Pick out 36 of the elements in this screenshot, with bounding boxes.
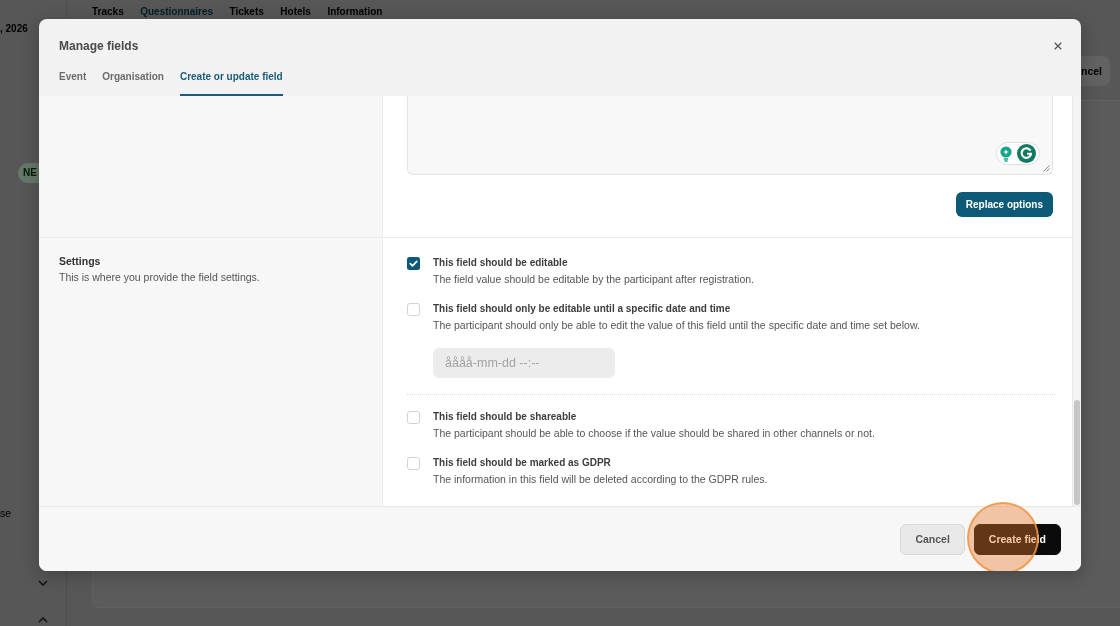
status-badge: NE (18, 163, 39, 183)
checkbox[interactable] (407, 303, 420, 316)
scrollbar[interactable] (1072, 96, 1081, 506)
section-description: This is where you provide the field settings. (59, 270, 261, 284)
option-description: The field value should be editable by the participant after registration. (433, 272, 755, 286)
option-label: This field should only be editable until a specific date and time (433, 302, 731, 316)
cancel-button[interactable]: Cancel (900, 523, 965, 555)
tab[interactable]: Organisation (102, 54, 164, 96)
nav-tab[interactable]: Information (327, 5, 383, 22)
chevron-up-icon[interactable] (38, 617, 48, 623)
scrollbar-thumb[interactable] (1074, 400, 1080, 505)
header-button[interactable]: ncel (1081, 56, 1110, 86)
checkbox[interactable] (407, 411, 420, 424)
tab[interactable]: Event (59, 54, 87, 96)
section-title: Settings (59, 254, 102, 268)
replace-options-button[interactable]: Replace options (955, 192, 1053, 217)
nav-tab[interactable]: Hotels (280, 5, 311, 22)
chevron-down-icon[interactable] (38, 580, 48, 586)
option-description: The participant should only be able to edit the value of this field until the specific date and time set below. (433, 318, 920, 332)
checkbox[interactable] (407, 457, 420, 470)
option-label: This field should be marked as GDPR (433, 456, 611, 470)
option-description: The participant should be able to choose if the value should be shared in other channels or not. (433, 426, 875, 440)
dialog-title: Manage fields (59, 38, 139, 54)
nav-tab[interactable]: Tickets (229, 5, 264, 22)
arc-logo-icon (1017, 144, 1036, 163)
list-text: se (0, 506, 12, 520)
option-label: This field should be shareable (433, 410, 577, 424)
option-label: This field should be editable (433, 256, 568, 270)
option-description: The information in this field will be deleted according to the GDPR rules. (433, 472, 768, 486)
date-text: , 2026 (0, 22, 28, 36)
checkbox[interactable] (407, 257, 420, 270)
lightbulb-icon (1000, 145, 1012, 162)
nav-tab[interactable]: Tracks (92, 5, 124, 22)
close-icon (1054, 42, 1062, 50)
resize-handle-icon[interactable] (1043, 165, 1050, 172)
extension-badge[interactable] (996, 142, 1040, 165)
